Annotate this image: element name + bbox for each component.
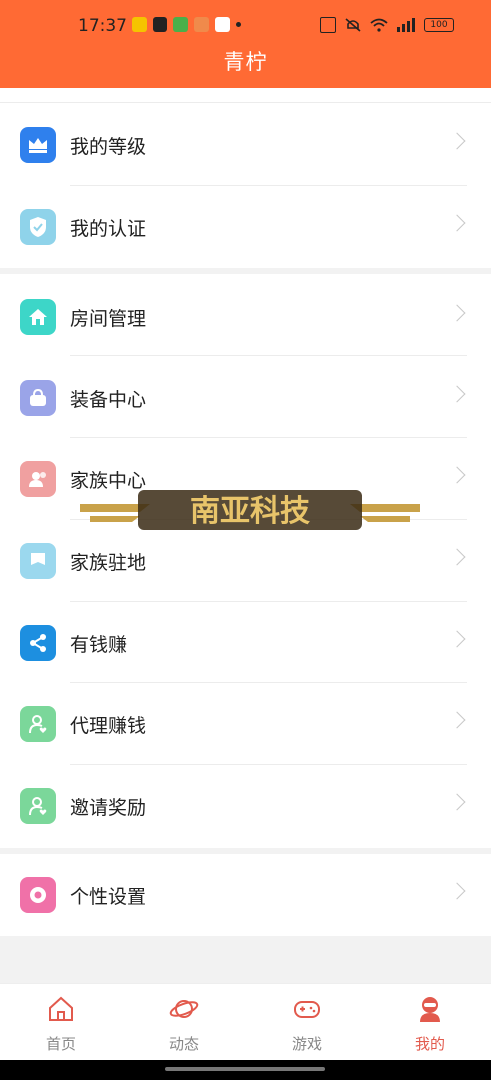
page-title: 青柠	[223, 50, 268, 74]
gamepad-icon	[294, 1001, 320, 1018]
shield-check-icon	[20, 209, 56, 245]
app-icon	[194, 17, 209, 32]
menu-item-level[interactable]: 我的等级	[0, 104, 491, 186]
menu-item-label: 邀请奖励	[70, 797, 147, 819]
signal-icon	[397, 18, 415, 32]
tab-label: 游戏	[291, 1035, 322, 1053]
tab-label: 我的	[414, 1035, 445, 1053]
flag-icon	[20, 543, 56, 579]
menu-item-invite-rewards[interactable]: 邀请奖励	[0, 765, 491, 847]
user-heart-icon	[20, 706, 56, 742]
menu-section-3: 个性设置	[0, 854, 491, 936]
profile-icon	[420, 997, 440, 1022]
chevron-right-icon	[448, 385, 466, 403]
menu-item-label: 代理赚钱	[70, 715, 147, 737]
menu-section-1: 我的等级 我的认证	[0, 88, 491, 268]
menu-item-earn-money[interactable]: 有钱赚	[0, 602, 491, 684]
tab-label: 首页	[45, 1035, 76, 1053]
menu-item-label: 我的认证	[70, 218, 147, 240]
user-heart-icon	[20, 788, 56, 824]
menu-item-label: 有钱赚	[70, 634, 128, 656]
chevron-right-icon	[448, 132, 466, 150]
planet-icon	[169, 1000, 199, 1018]
mute-icon	[345, 18, 361, 32]
menu-item-certification[interactable]: 我的认证	[0, 186, 491, 268]
dot-icon	[236, 22, 241, 27]
chevron-right-icon	[448, 304, 466, 322]
menu-item-label: 装备中心	[70, 389, 147, 411]
status-bar: 17:37 100	[0, 14, 491, 40]
home-tab-icon	[49, 996, 73, 1021]
menu-item-personal-settings[interactable]: 个性设置	[0, 854, 491, 936]
menu-item-label: 房间管理	[70, 308, 147, 330]
tab-moments[interactable]: 动态	[123, 984, 245, 1061]
chevron-right-icon	[448, 793, 466, 811]
menu-item-label: 我的等级	[70, 136, 147, 158]
menu-item-family-base[interactable]: 家族驻地	[0, 520, 491, 602]
battery-icon: 100	[424, 18, 454, 32]
menu-item-equipment-center[interactable]: 装备中心	[0, 357, 491, 439]
app-icon	[215, 17, 230, 32]
divider	[70, 355, 467, 356]
family-icon	[20, 461, 56, 497]
divider	[0, 102, 491, 103]
menu-item-label: 家族中心	[70, 470, 147, 492]
menu-section-2: 房间管理 装备中心 家族中心 家族驻地 有钱赚 代理赚钱 邀请奖励	[0, 274, 491, 848]
notification-icon	[132, 17, 147, 32]
tab-mine[interactable]: 我的	[369, 984, 491, 1061]
status-system-icons: 100	[320, 17, 454, 33]
chevron-right-icon	[448, 711, 466, 729]
share-icon	[20, 625, 56, 661]
flower-gear-icon	[20, 877, 56, 913]
bag-icon	[20, 380, 56, 416]
home-indicator[interactable]	[165, 1067, 325, 1071]
app-header: 17:37 100 青柠	[0, 0, 491, 88]
menu-item-label: 家族驻地	[70, 552, 147, 574]
tab-games[interactable]: 游戏	[246, 984, 368, 1061]
taobao-icon	[153, 17, 167, 32]
system-nav-bar	[0, 1060, 491, 1080]
wifi-icon	[370, 18, 388, 32]
tab-home[interactable]: 首页	[0, 984, 122, 1061]
app-icon	[173, 17, 188, 32]
home-icon	[20, 299, 56, 335]
crown-icon	[20, 127, 56, 163]
bottom-tab-bar: 首页 动态 游戏 我的	[0, 983, 491, 1061]
menu-item-room-management[interactable]: 房间管理	[0, 276, 491, 358]
nfc-icon	[320, 17, 336, 33]
chevron-right-icon	[448, 466, 466, 484]
chevron-right-icon	[448, 548, 466, 566]
tab-label: 动态	[168, 1035, 199, 1053]
status-notification-icons	[132, 17, 241, 32]
menu-item-label: 个性设置	[70, 886, 147, 908]
menu-item-agent-earnings[interactable]: 代理赚钱	[0, 683, 491, 765]
chevron-right-icon	[448, 882, 466, 900]
chevron-right-icon	[448, 630, 466, 648]
menu-item-family-center[interactable]: 家族中心	[0, 438, 491, 520]
chevron-right-icon	[448, 214, 466, 232]
status-time: 17:37	[78, 16, 127, 36]
